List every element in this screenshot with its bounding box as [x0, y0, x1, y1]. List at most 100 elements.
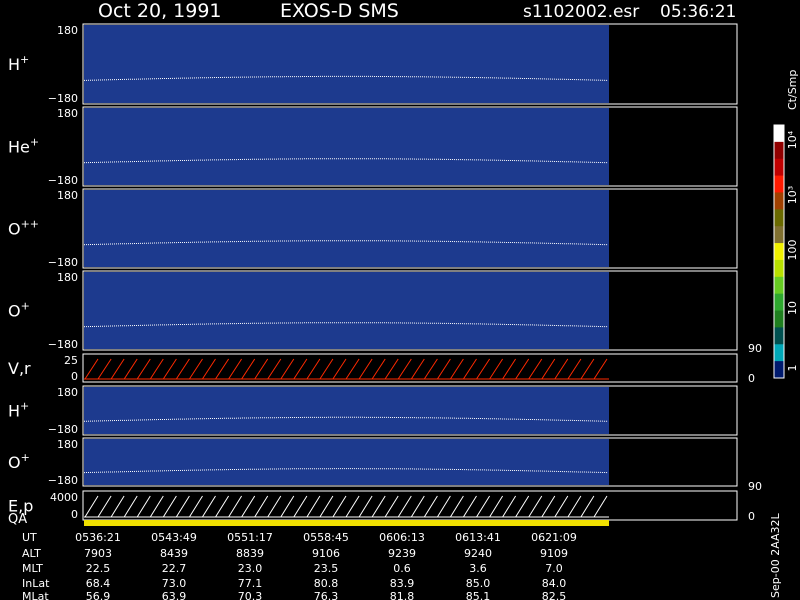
ephem-cell: 0551:17: [227, 531, 273, 544]
qa-bar: [84, 520, 609, 526]
colorbar-segment: [774, 259, 784, 278]
ephem-cell: 22.7: [162, 562, 187, 575]
colorbar-segment: [774, 327, 784, 345]
qa-label: QA: [8, 512, 27, 527]
panel-label-sup: +: [21, 300, 30, 313]
ephem-cell: 85.0: [466, 577, 491, 590]
colorbar-segment: [774, 209, 784, 227]
header-file: s1102002.esr: [523, 2, 639, 22]
ephem-cell: 22.5: [86, 562, 111, 575]
panel-label: O+: [8, 300, 30, 321]
ephem-cell: 63.9: [162, 590, 187, 600]
panel-2: O++ 180 −180: [8, 188, 738, 269]
panel-data-area: [84, 25, 609, 103]
ephem-row-label: InLat: [22, 577, 50, 590]
side-label-1: 0: [748, 372, 755, 385]
colorbar-tick: 10³: [786, 186, 799, 204]
panel-label-sup: +: [21, 451, 30, 464]
panel-1: He+ 180 −180: [8, 106, 738, 187]
header-time: 05:36:21: [660, 2, 736, 22]
ephem-cell: 77.1: [238, 577, 263, 590]
ephem-cell: 3.6: [469, 562, 487, 575]
panel-label-sup: +: [20, 53, 29, 66]
ephem-cell: 9106: [312, 547, 340, 560]
colorbar-segment: [774, 293, 784, 312]
colorbar-segment: [774, 192, 784, 210]
side-label-2: 90: [748, 480, 762, 493]
ephem-cell: 76.3: [314, 590, 339, 600]
colorbar-segment: [774, 276, 784, 295]
panel-label: O+: [8, 451, 30, 472]
ephem-row-label: MLT: [22, 562, 43, 575]
ephem-cell: 0543:49: [151, 531, 197, 544]
ephem-cell: 0536:21: [75, 531, 121, 544]
panel-tick-bottom: 0: [71, 508, 78, 521]
footer-stamp: Sep-00 2AA32L: [769, 512, 782, 598]
panel-tick-bottom: −180: [48, 423, 78, 436]
panel-3: O+ 180 −180: [8, 270, 738, 351]
colorbar-segment: [774, 243, 784, 261]
panel-group: H+180−180He+180−180O++180−180O+180−180V,…: [8, 23, 762, 527]
panel-data-area: [84, 439, 609, 485]
ephem-row-label: MLat: [22, 590, 49, 600]
panel-data-area: [84, 387, 609, 434]
colorbar-segment: [774, 226, 784, 244]
panel-label-sup: +: [30, 136, 39, 149]
panel-tick-bottom: 0: [71, 370, 78, 383]
colorbar-tick: 100: [786, 240, 799, 261]
colorbar-tick: 10: [786, 301, 799, 315]
ephem-cell: 23.0: [238, 562, 263, 575]
panel-data-area: [84, 190, 609, 267]
panel-frame: [82, 490, 738, 521]
colorbar-segment: [774, 361, 784, 379]
panel-data-area: [84, 272, 609, 349]
side-label-3: 0: [748, 510, 755, 523]
colorbar-segment: [774, 175, 784, 193]
ephem-cell: 0621:09: [531, 531, 577, 544]
colorbar-segment: [774, 344, 784, 362]
header-mission: EXOS-D SMS: [280, 0, 399, 22]
panel-tick-bottom: −180: [48, 92, 78, 105]
sms-spectrogram-chart: Oct 20, 1991 EXOS-D SMS s1102002.esr 05:…: [8, 0, 799, 600]
panel-label: H+: [8, 53, 29, 74]
colorbar-segment: [774, 141, 784, 160]
ephem-cell: 23.5: [314, 562, 339, 575]
panel-tick-top: 180: [57, 189, 78, 202]
panel-7: E,p 40000: [8, 490, 738, 521]
colorbar-tick: 1: [786, 365, 799, 372]
ephem-cell: 7.0: [545, 562, 563, 575]
ephem-cell: 82.5: [542, 590, 567, 600]
panel-tick-bottom: −180: [48, 256, 78, 269]
colorbar-segment: [774, 125, 784, 143]
panel-label: V,r: [8, 359, 31, 378]
panel-label-sup: ++: [21, 218, 39, 231]
ephem-cell: 9109: [540, 547, 568, 560]
panel-tick-bottom: −180: [48, 474, 78, 487]
ephem-row-label: UT: [22, 531, 37, 544]
panel-tick-top: 180: [57, 271, 78, 284]
panel-5: H+ 180 −180: [8, 385, 738, 436]
colorbar-label: Ct/Smp: [786, 70, 799, 110]
ephem-cell: 0606:13: [379, 531, 425, 544]
panel-tick-top: 25: [64, 354, 78, 367]
ephem-cell: 0558:45: [303, 531, 349, 544]
colorbar-segment: [774, 310, 784, 328]
ephem-cell: 0613:41: [455, 531, 501, 544]
ephem-cell: 8839: [236, 547, 264, 560]
panel-data-area: [84, 108, 609, 185]
panel-tick-bottom: −180: [48, 174, 78, 187]
panel-tick-top: 180: [57, 107, 78, 120]
ephemeris-table: UT 0536:21 0543:49 0551:17 0558:45 0606:13 061…: [22, 531, 577, 600]
panel-label: He+: [8, 136, 39, 157]
colorbar-tick: 10⁴: [786, 130, 799, 149]
header-date: Oct 20, 1991: [98, 0, 222, 22]
panel-label: O++: [8, 218, 39, 239]
panel-tick-top: 180: [57, 438, 78, 451]
ephem-cell: 9240: [464, 547, 492, 560]
colorbar: Ct/Smp 10⁴ 10³ 100 10 1: [773, 70, 799, 379]
panel-6: O+ 180 −180: [8, 437, 738, 487]
panel-tick-top: 4000: [50, 491, 78, 504]
ephem-cell: 85.1: [466, 590, 491, 600]
ephem-cell: 70.3: [238, 590, 263, 600]
panel-0: H+ 180 −180: [8, 23, 738, 105]
